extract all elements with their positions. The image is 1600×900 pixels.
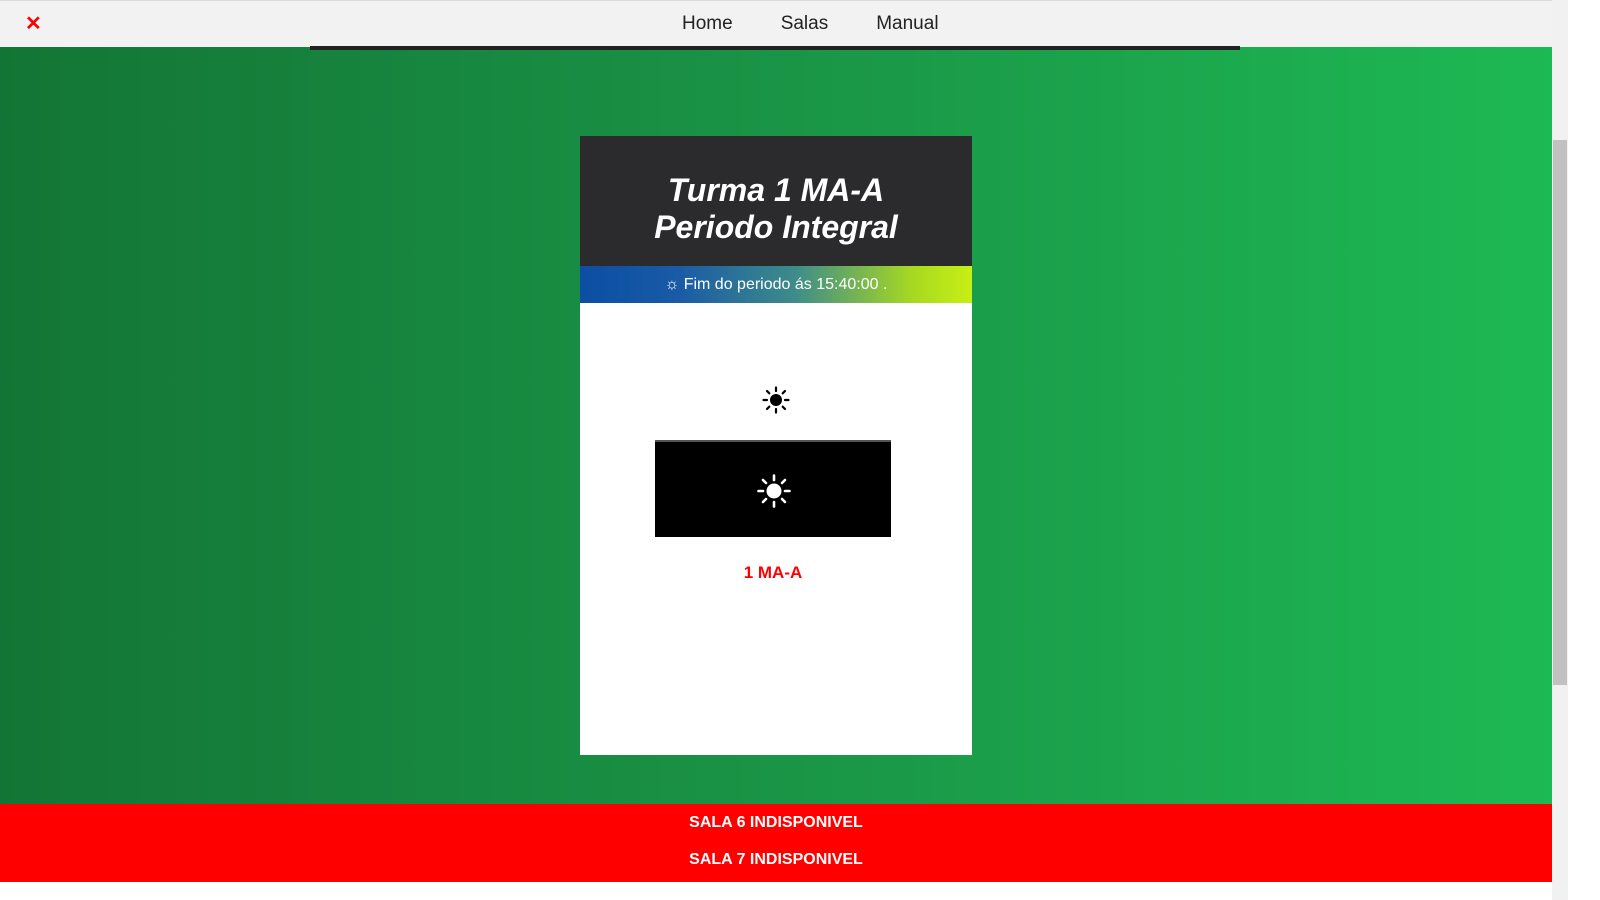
- page-viewport: ✕ Home Salas Manual Turma 1 MA-A Periodo…: [0, 0, 1552, 900]
- close-icon[interactable]: ✕: [25, 13, 45, 35]
- nav-underline: [310, 46, 1240, 50]
- sun-icon: [762, 386, 790, 414]
- card-title: Turma 1 MA-A Periodo Integral: [580, 172, 972, 246]
- nav-link-salas[interactable]: Salas: [781, 13, 829, 35]
- unavailable-rooms-strip: SALA 6 INDISPONIVEL SALA 7 INDISPONIVEL: [0, 804, 1552, 882]
- sun-icon: [757, 474, 791, 508]
- main-content: Turma 1 MA-A Periodo Integral ☼ Fim do p…: [0, 46, 1552, 804]
- top-navbar: ✕ Home Salas Manual: [0, 0, 1552, 47]
- window-edge: [1568, 0, 1600, 900]
- page-bottom: [0, 882, 1552, 900]
- card-title-class: Turma 1 MA-A: [667, 172, 885, 208]
- class-code-label: 1 MA-A: [743, 563, 803, 582]
- card-header: Turma 1 MA-A Periodo Integral: [580, 136, 972, 266]
- alert-sala-7: SALA 7 INDISPONIVEL: [689, 851, 863, 868]
- vertical-scrollbar[interactable]: [1552, 0, 1568, 900]
- nav-link-manual[interactable]: Manual: [876, 13, 938, 35]
- main-nav: Home Salas Manual: [658, 1, 963, 47]
- card-title-period: Periodo Integral: [654, 209, 898, 245]
- nav-link-home[interactable]: Home: [682, 13, 733, 35]
- alert-sala-6: SALA 6 INDISPONIVEL: [689, 814, 863, 831]
- period-end-bar: ☼ Fim do periodo ás 15:40:00 .: [580, 266, 972, 303]
- scrollbar-thumb[interactable]: [1553, 140, 1567, 685]
- class-card: Turma 1 MA-A Periodo Integral ☼ Fim do p…: [580, 136, 972, 755]
- sun-display-panel: [655, 440, 891, 537]
